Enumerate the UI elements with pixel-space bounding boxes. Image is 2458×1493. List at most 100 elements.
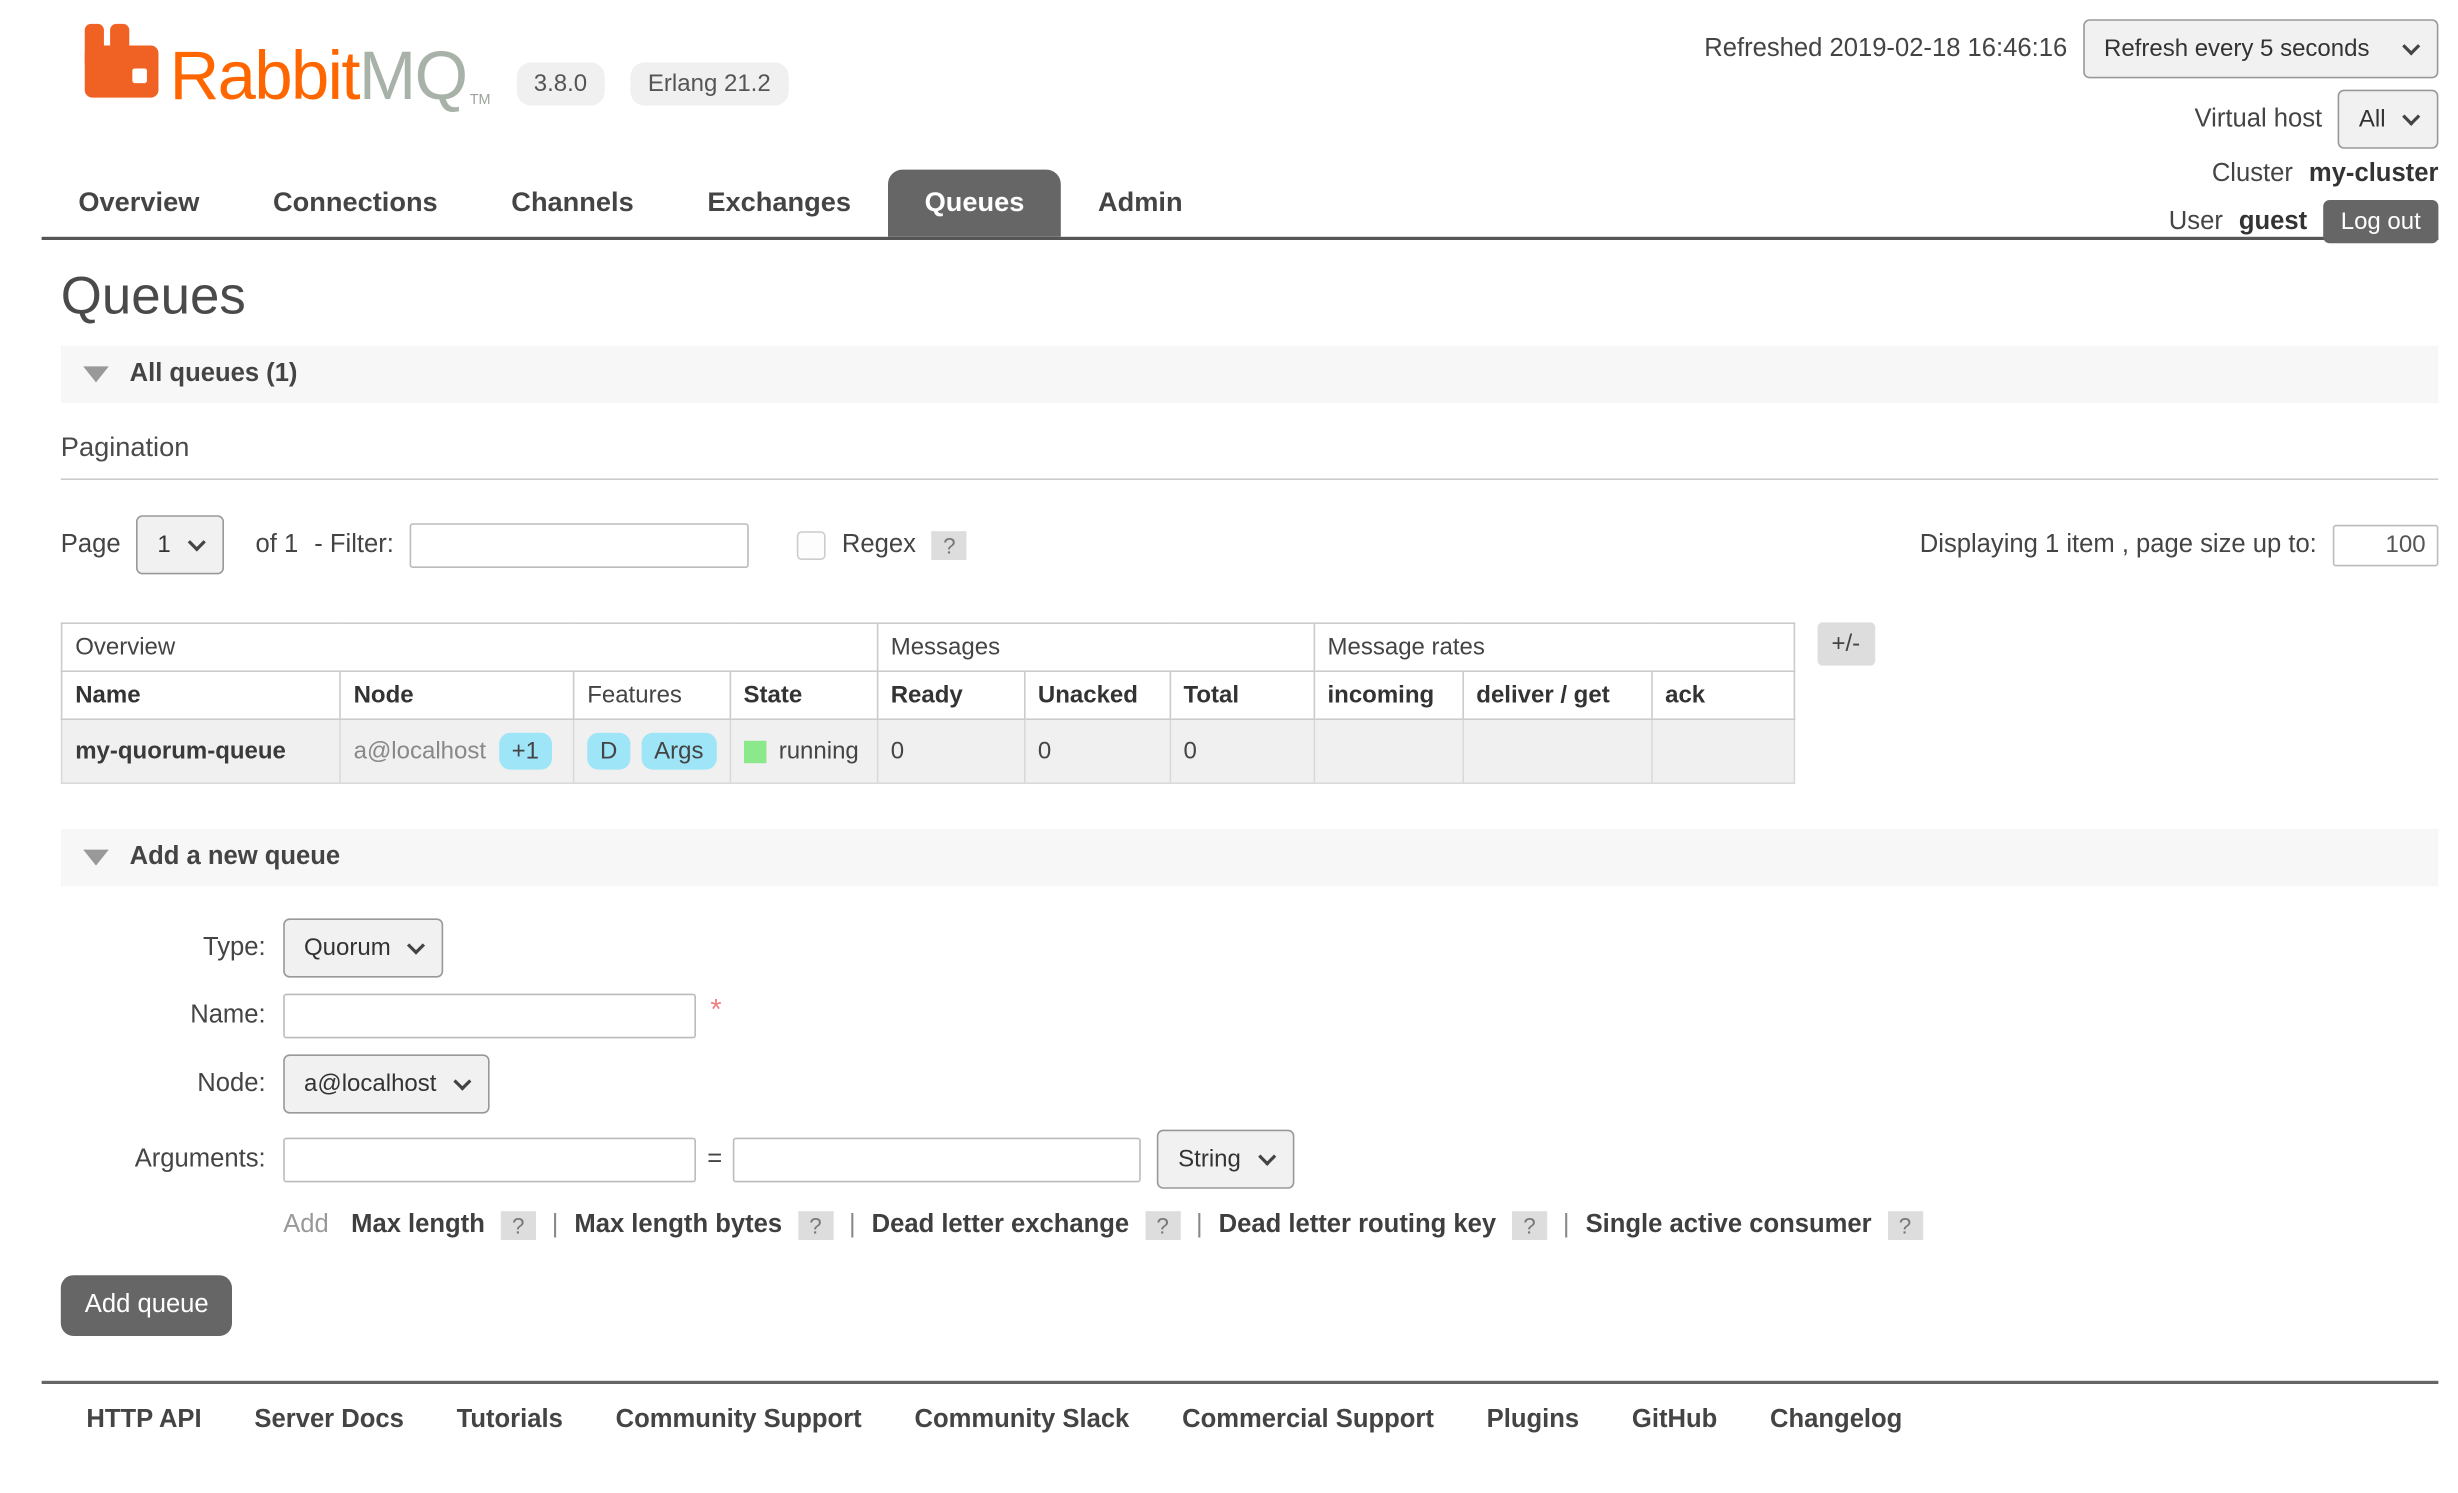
column-state[interactable]: State <box>730 671 877 719</box>
max-length-help-button[interactable]: ? <box>501 1211 536 1240</box>
logout-button[interactable]: Log out <box>2323 200 2438 243</box>
virtual-host-select[interactable]: All <box>2338 90 2438 149</box>
column-node[interactable]: Node <box>340 671 574 719</box>
queue-node-cell: a@localhost +1 <box>340 719 574 783</box>
virtual-host-value: All <box>2359 106 2386 133</box>
rabbitmq-management-page: RabbitMQ TM 3.8.0 Erlang 21.2 Refreshed … <box>0 0 2458 1493</box>
tab-queues[interactable]: Queues <box>888 170 1061 237</box>
cluster-label: Cluster <box>2212 160 2293 189</box>
tab-overview[interactable]: Overview <box>42 170 237 237</box>
add-queue-button[interactable]: Add queue <box>61 1275 233 1336</box>
regex-checkbox[interactable] <box>797 530 826 559</box>
group-messages: Messages <box>877 623 1314 671</box>
footer-link-community-slack[interactable]: Community Slack <box>914 1406 1129 1435</box>
total-count: 0 <box>1170 719 1314 783</box>
user-label: User <box>2169 207 2223 236</box>
name-label: Name: <box>61 1002 266 1031</box>
footer-link-commercial-support[interactable]: Commercial Support <box>1182 1406 1434 1435</box>
refresh-interval-value: Refresh every 5 seconds <box>2104 35 2369 62</box>
quick-arg-max-length-bytes[interactable]: Max length bytes <box>574 1211 782 1240</box>
tab-admin[interactable]: Admin <box>1061 170 1219 237</box>
argument-value-input[interactable] <box>733 1137 1141 1182</box>
add-queue-form: Type: Quorum Name: * Node: a@localhost <box>61 918 2439 1336</box>
column-ready[interactable]: Ready <box>877 671 1024 719</box>
page-size-input[interactable] <box>2333 524 2439 566</box>
separator: | <box>849 1211 856 1240</box>
node-label: Node: <box>61 1070 266 1099</box>
filter-input[interactable] <box>410 522 749 567</box>
node-name: a@localhost <box>354 738 486 765</box>
quick-arg-dead-letter-exchange[interactable]: Dead letter exchange <box>872 1211 1130 1240</box>
quick-add-label: Add <box>283 1211 329 1240</box>
pagination-section-label: Pagination <box>61 432 2439 464</box>
column-incoming[interactable]: incoming <box>1314 671 1463 719</box>
pagination-controls: Page 1 of 1 - Filter: Regex ? Displaying… <box>61 515 2439 574</box>
displaying-label: Displaying 1 item , page size up to: <box>1920 530 2317 559</box>
queues-table-wrap: Overview Messages Message rates Name Nod… <box>61 622 2439 784</box>
cluster-name: my-cluster <box>2309 160 2438 189</box>
chevron-down-icon <box>407 936 425 954</box>
trademark-mark: TM <box>470 91 491 107</box>
column-total[interactable]: Total <box>1170 671 1314 719</box>
page-label: Page <box>61 530 121 559</box>
column-ack[interactable]: ack <box>1652 671 1794 719</box>
separator: | <box>1196 1211 1203 1240</box>
footer-link-plugins[interactable]: Plugins <box>1487 1406 1579 1435</box>
queue-name-input[interactable] <box>283 994 696 1039</box>
quick-arg-single-active-consumer[interactable]: Single active consumer <box>1586 1211 1872 1240</box>
footer-link-github[interactable]: GitHub <box>1632 1406 1717 1435</box>
quick-arg-dead-letter-routing-key[interactable]: Dead letter routing key <box>1219 1211 1496 1240</box>
footer-link-tutorials[interactable]: Tutorials <box>457 1406 563 1435</box>
footer-link-changelog[interactable]: Changelog <box>1770 1406 1902 1435</box>
argument-key-input[interactable] <box>283 1137 696 1182</box>
virtual-host-line: Virtual host All <box>2195 90 2439 149</box>
max-length-bytes-help-button[interactable]: ? <box>798 1211 833 1240</box>
table-row: my-quorum-queue a@localhost +1 D Args <box>62 719 1794 783</box>
group-overview: Overview <box>62 623 878 671</box>
column-deliver-get[interactable]: deliver / get <box>1463 671 1652 719</box>
chevron-down-icon <box>187 533 205 551</box>
quick-arguments-row: Add Max length ? | Max length bytes ? | … <box>283 1211 2438 1240</box>
page-number-select[interactable]: 1 <box>137 515 224 574</box>
argument-type-select[interactable]: String <box>1157 1130 1293 1189</box>
queue-type-select[interactable]: Quorum <box>283 918 443 977</box>
header-status-block: Refreshed 2019-02-18 16:46:16 Refresh ev… <box>1704 19 2438 243</box>
separator: | <box>552 1211 559 1240</box>
add-queue-header: Add a new queue <box>130 843 341 872</box>
tab-exchanges[interactable]: Exchanges <box>671 170 888 237</box>
green-square-icon <box>744 740 766 762</box>
tab-channels[interactable]: Channels <box>475 170 671 237</box>
footer-link-http-api[interactable]: HTTP API <box>86 1406 201 1435</box>
arguments-badge: Args <box>641 733 716 770</box>
all-queues-section-toggle[interactable]: All queues (1) <box>61 346 2439 404</box>
logo-row: RabbitMQ TM 3.8.0 Erlang 21.2 <box>83 22 788 112</box>
queue-type-value: Quorum <box>304 934 391 961</box>
refresh-line: Refreshed 2019-02-18 16:46:16 Refresh ev… <box>1704 19 2438 78</box>
column-toggle-button[interactable]: +/- <box>1817 622 1875 665</box>
refreshed-timestamp: Refreshed 2019-02-18 16:46:16 <box>1704 34 2067 63</box>
node-members-badge: +1 <box>499 733 552 770</box>
erlang-badge: Erlang 21.2 <box>630 62 788 105</box>
column-unacked[interactable]: Unacked <box>1024 671 1170 719</box>
tab-connections[interactable]: Connections <box>236 170 474 237</box>
user-line: User guest Log out <box>2169 200 2439 243</box>
add-queue-section-toggle[interactable]: Add a new queue <box>61 829 2439 887</box>
main-content: Queues All queues (1) Pagination Page 1 … <box>0 266 2458 1336</box>
dead-letter-exchange-help-button[interactable]: ? <box>1145 1211 1180 1240</box>
rabbitmq-logo[interactable]: RabbitMQ TM <box>83 22 490 112</box>
dead-letter-routing-key-help-button[interactable]: ? <box>1512 1211 1547 1240</box>
footer-link-server-docs[interactable]: Server Docs <box>254 1406 403 1435</box>
queue-node-select[interactable]: a@localhost <box>283 1054 489 1113</box>
quick-arg-max-length[interactable]: Max length <box>351 1211 485 1240</box>
column-name[interactable]: Name <box>62 671 340 719</box>
footer-link-community-support[interactable]: Community Support <box>616 1406 862 1435</box>
regex-help-button[interactable]: ? <box>932 530 967 559</box>
chevron-down-icon <box>453 1072 471 1090</box>
brand-mq: MQ <box>359 38 467 115</box>
refresh-interval-select[interactable]: Refresh every 5 seconds <box>2083 19 2438 78</box>
queue-node-value: a@localhost <box>304 1070 436 1097</box>
ack-rate <box>1652 719 1794 783</box>
single-active-consumer-help-button[interactable]: ? <box>1888 1211 1923 1240</box>
type-label: Type: <box>61 934 266 963</box>
queue-name-link[interactable]: my-quorum-queue <box>62 719 340 783</box>
